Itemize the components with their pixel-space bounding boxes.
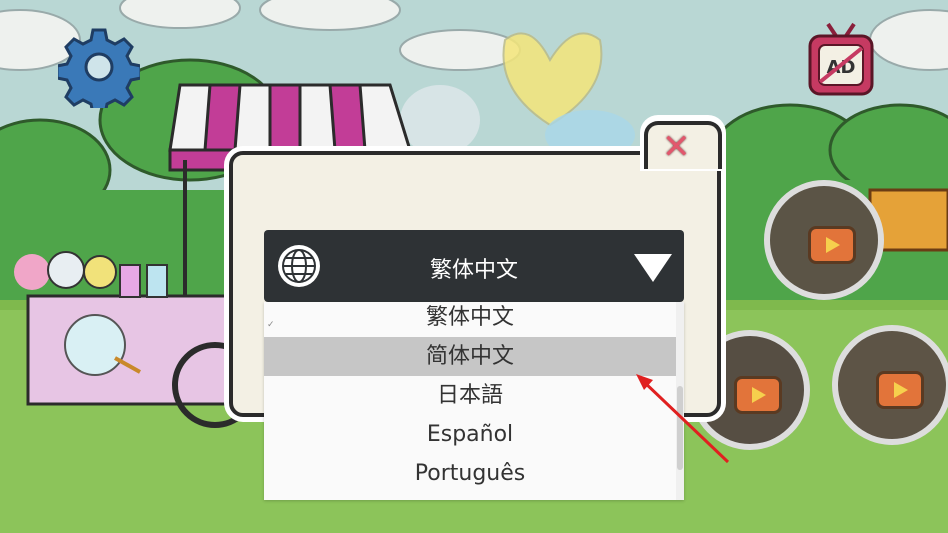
annotation-arrow <box>636 374 730 464</box>
